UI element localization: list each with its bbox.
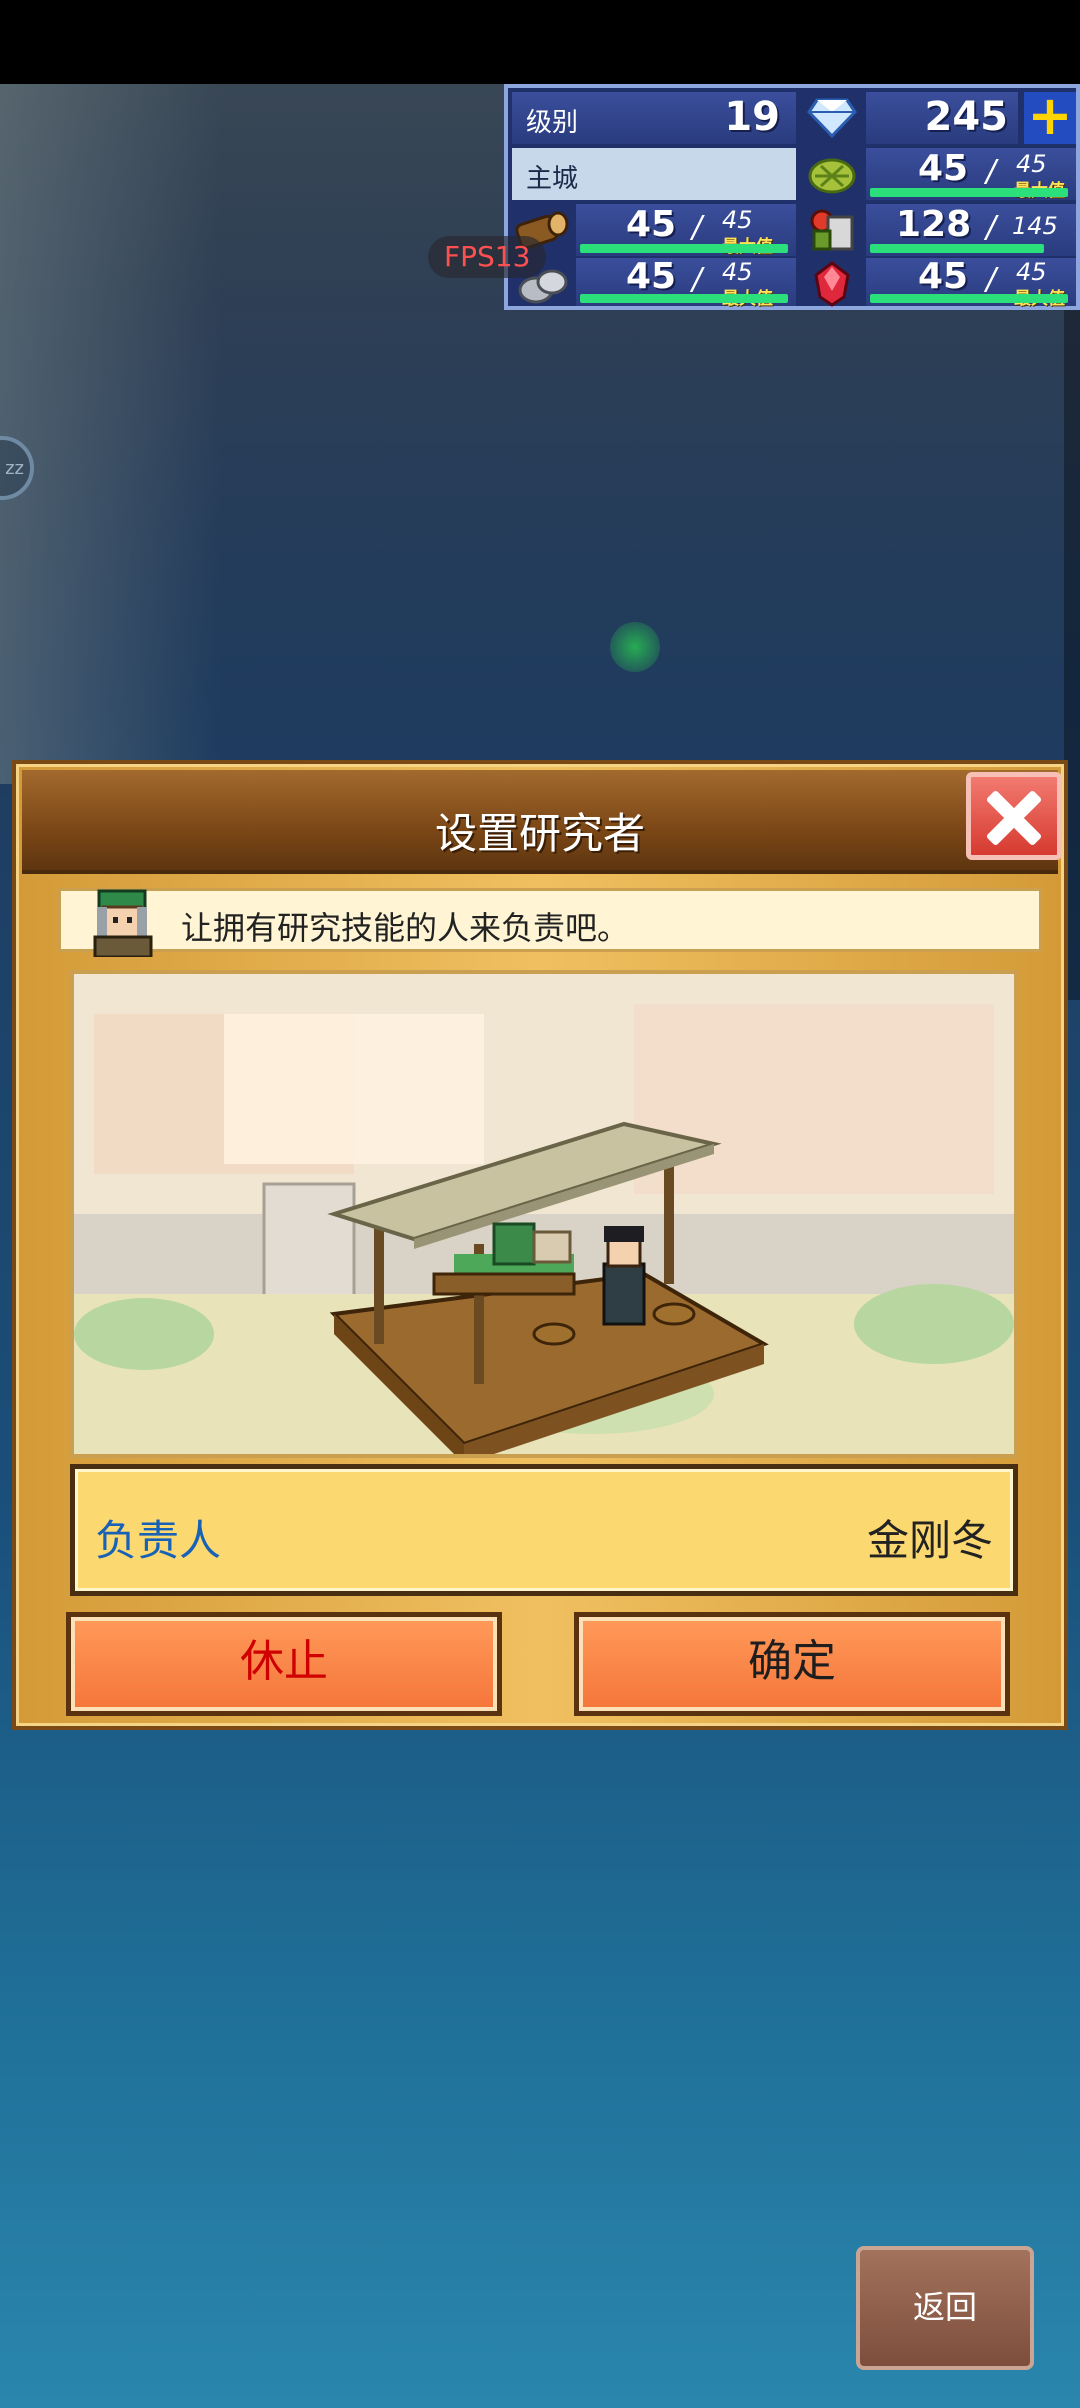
leader-label: 负责人 xyxy=(95,1516,222,1565)
background-haze xyxy=(0,84,220,784)
food-cell: 128 / 145 xyxy=(866,204,1076,256)
resource-panel: 级别 19 245 + 主城 45 / 45 最大值 45 / 45 最大值 1… xyxy=(504,84,1080,310)
stone-bar xyxy=(580,294,788,303)
city-label: 主城 xyxy=(526,164,579,194)
ruby-icon xyxy=(802,258,862,310)
research-stall-illustration xyxy=(70,970,1018,1458)
level-label: 级别 xyxy=(526,108,579,138)
crops-max: 45 xyxy=(1016,150,1047,178)
crops-icon xyxy=(802,148,862,200)
map-marker xyxy=(610,622,660,672)
leader-name: 金刚冬 xyxy=(866,1516,993,1565)
city-cell[interactable]: 主城 xyxy=(512,148,796,200)
hint-bar: 让拥有研究技能的人来负责吧。 xyxy=(58,888,1042,959)
ruby-max: 45 xyxy=(1016,258,1047,286)
wood-current: 45 xyxy=(626,204,677,245)
stone-cell: 45 / 45 最大值 xyxy=(576,256,796,309)
leader-row[interactable]: 负责人 金刚冬 xyxy=(70,1464,1018,1596)
food-basket-icon xyxy=(802,204,862,256)
status-bar xyxy=(0,0,1080,84)
level-value: 19 xyxy=(724,94,780,140)
dialog-header: 设置研究者 xyxy=(22,770,1058,874)
add-gems-button[interactable]: + xyxy=(1024,89,1076,144)
wood-max: 45 xyxy=(722,206,753,234)
level-cell: 级别 19 xyxy=(512,92,796,144)
crops-cell: 45 / 45 最大值 xyxy=(866,148,1076,201)
dialog-title: 设置研究者 xyxy=(434,809,645,858)
ruby-cell: 45 / 45 最大值 xyxy=(866,256,1076,309)
crops-current: 45 xyxy=(918,148,969,189)
fps-counter: FPS13 xyxy=(428,236,546,278)
stone-max: 45 xyxy=(722,258,753,286)
food-current: 128 xyxy=(896,204,972,245)
crops-bar xyxy=(870,188,1068,197)
back-button[interactable]: 返回 xyxy=(856,2246,1034,2370)
food-max: 145 xyxy=(1012,212,1058,240)
ruby-bar xyxy=(870,294,1068,303)
stop-button[interactable]: 休止 xyxy=(66,1612,502,1716)
ruby-current: 45 xyxy=(918,256,969,297)
close-icon[interactable] xyxy=(966,772,1062,860)
wood-cell: 45 / 45 最大值 xyxy=(576,204,796,257)
gems-value: 245 xyxy=(924,94,1009,140)
food-bar xyxy=(870,244,1044,253)
wood-bar xyxy=(580,244,788,253)
advisor-avatar-icon xyxy=(85,881,165,959)
gems-cell: 245 xyxy=(866,92,1018,144)
stone-current: 45 xyxy=(626,256,677,297)
confirm-button[interactable]: 确定 xyxy=(574,1612,1010,1716)
set-researcher-dialog: 设置研究者 让拥有研究技能的人来负责吧。 负责人 金刚冬 休止 确定 xyxy=(12,760,1068,1730)
hint-text: 让拥有研究技能的人来负责吧。 xyxy=(181,909,630,947)
diamond-icon xyxy=(802,92,862,144)
